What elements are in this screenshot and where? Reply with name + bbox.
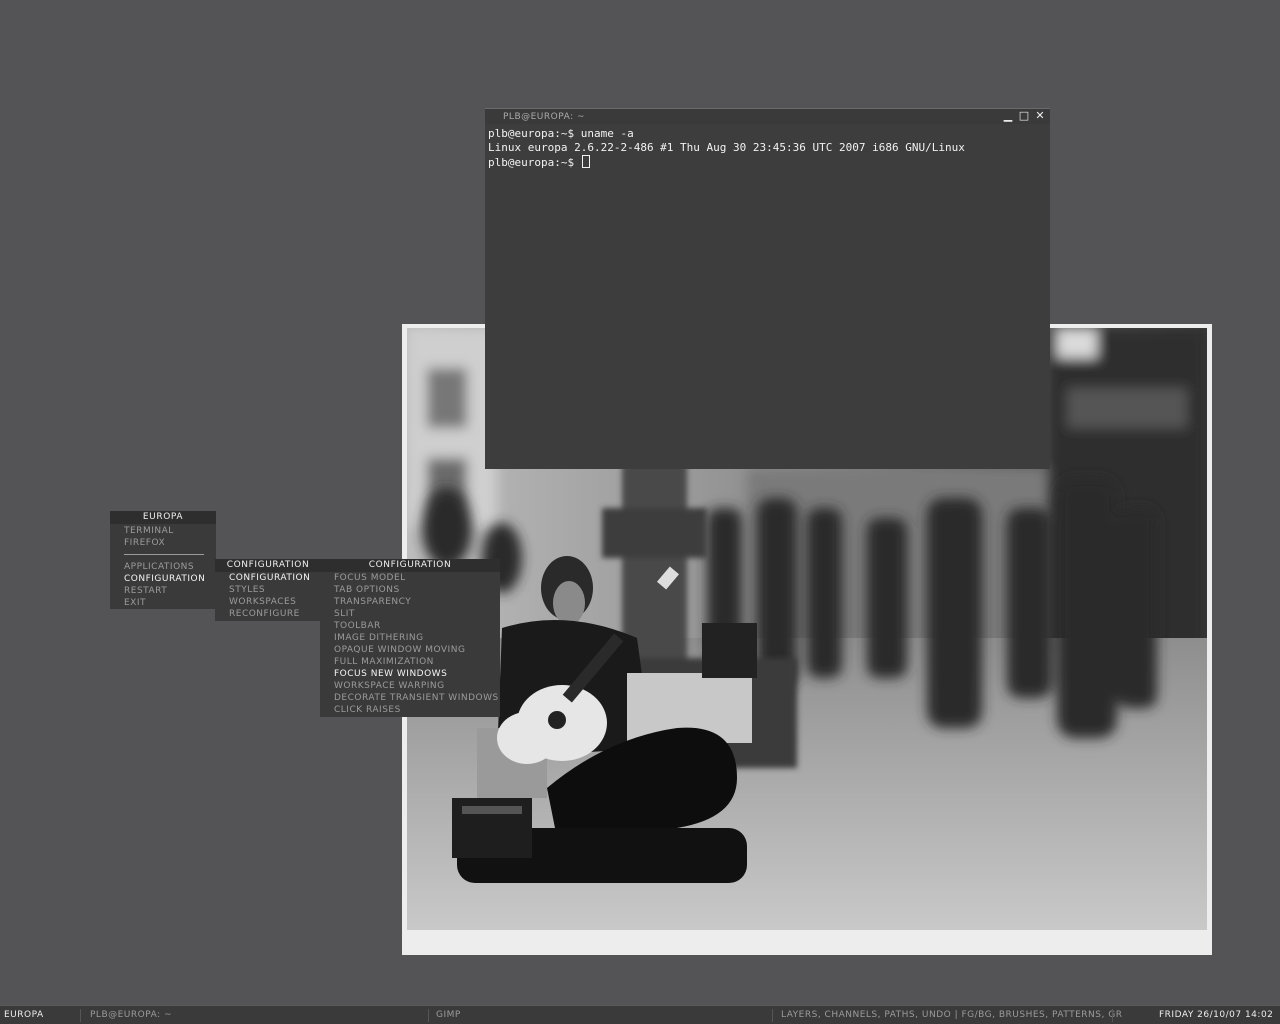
menu-item-slit[interactable]: SLIT (320, 608, 500, 620)
menu-item-click-raises[interactable]: CLICK RAISES (320, 704, 500, 716)
configuration-menu-title: CONFIGURATION (215, 559, 321, 572)
task-terminal[interactable]: PLB@EUROPA: ~ (90, 1010, 172, 1020)
maximize-icon[interactable]: □ (1018, 110, 1030, 122)
menu-item-restart[interactable]: RESTART (110, 585, 216, 597)
configuration-menu[interactable]: CONFIGURATION CONFIGURATION STYLES WORKS… (215, 559, 321, 621)
taskbar-divider (1112, 1009, 1113, 1022)
terminal-titlebar[interactable]: PLB@EUROPA: ~ ▁ □ ✕ (485, 109, 1050, 124)
terminal-prompt-line: plb@europa:~$ (488, 155, 1047, 170)
root-menu-title: EUROPA (110, 511, 216, 524)
task-gimp-layers[interactable]: LAYERS, CHANNELS, PATHS, UNDO | FG/BG, B… (781, 1010, 1122, 1020)
menu-item-workspaces[interactable]: WORKSPACES (215, 596, 321, 608)
root-menu[interactable]: EUROPA TERMINAL FIREFOX APPLICATIONS CON… (110, 511, 216, 609)
minimize-icon[interactable]: ▁ (1002, 110, 1014, 122)
menu-item-opaque-window-moving[interactable]: OPAQUE WINDOW MOVING (320, 644, 500, 656)
taskbar-divider (428, 1009, 429, 1022)
menu-item-applications[interactable]: APPLICATIONS (110, 561, 216, 573)
task-gimp[interactable]: GIMP (436, 1010, 461, 1020)
configuration-submenu-title: CONFIGURATION (320, 559, 500, 572)
menu-item-decorate-transient-windows[interactable]: DECORATE TRANSIENT WINDOWS (320, 692, 500, 704)
menu-item-focus-new-windows[interactable]: FOCUS NEW WINDOWS (320, 668, 500, 680)
taskbar: EUROPA PLB@EUROPA: ~ GIMP LAYERS, CHANNE… (0, 1005, 1280, 1024)
terminal-window[interactable]: PLB@EUROPA: ~ ▁ □ ✕ plb@europa:~$ uname … (485, 108, 1050, 469)
menu-item-configuration-sub[interactable]: CONFIGURATION (215, 572, 321, 584)
terminal-line: plb@europa:~$ uname -a (488, 127, 634, 140)
taskbar-divider (772, 1009, 773, 1022)
taskbar-divider (80, 1009, 81, 1022)
menu-item-reconfigure[interactable]: RECONFIGURE (215, 608, 321, 620)
close-icon[interactable]: ✕ (1034, 110, 1046, 122)
menu-item-image-dithering[interactable]: IMAGE DITHERING (320, 632, 500, 644)
menu-item-configuration[interactable]: CONFIGURATION (110, 573, 216, 585)
terminal-title: PLB@EUROPA: ~ (503, 112, 586, 122)
menu-item-firefox[interactable]: FIREFOX (110, 537, 216, 549)
menu-item-full-maximization[interactable]: FULL MAXIMIZATION (320, 656, 500, 668)
menu-item-transparency[interactable]: TRANSPARENCY (320, 596, 500, 608)
menu-separator (124, 554, 204, 555)
menu-item-exit[interactable]: EXIT (110, 597, 216, 609)
terminal-output[interactable]: plb@europa:~$ uname -a Linux europa 2.6.2… (485, 124, 1050, 173)
menu-item-toolbar[interactable]: TOOLBAR (320, 620, 500, 632)
configuration-submenu[interactable]: CONFIGURATION FOCUS MODEL TAB OPTIONS TR… (320, 559, 500, 717)
terminal-line: Linux europa 2.6.22-2-486 #1 Thu Aug 30 … (488, 141, 965, 154)
workspace-name[interactable]: EUROPA (4, 1010, 44, 1020)
menu-item-workspace-warping[interactable]: WORKSPACE WARPING (320, 680, 500, 692)
cursor (581, 155, 590, 168)
menu-item-tab-options[interactable]: TAB OPTIONS (320, 584, 500, 596)
clock: FRIDAY 26/10/07 14:02 (1159, 1010, 1274, 1020)
menu-item-terminal[interactable]: TERMINAL (110, 525, 216, 537)
menu-item-styles[interactable]: STYLES (215, 584, 321, 596)
menu-item-focus-model[interactable]: FOCUS MODEL (320, 572, 500, 584)
